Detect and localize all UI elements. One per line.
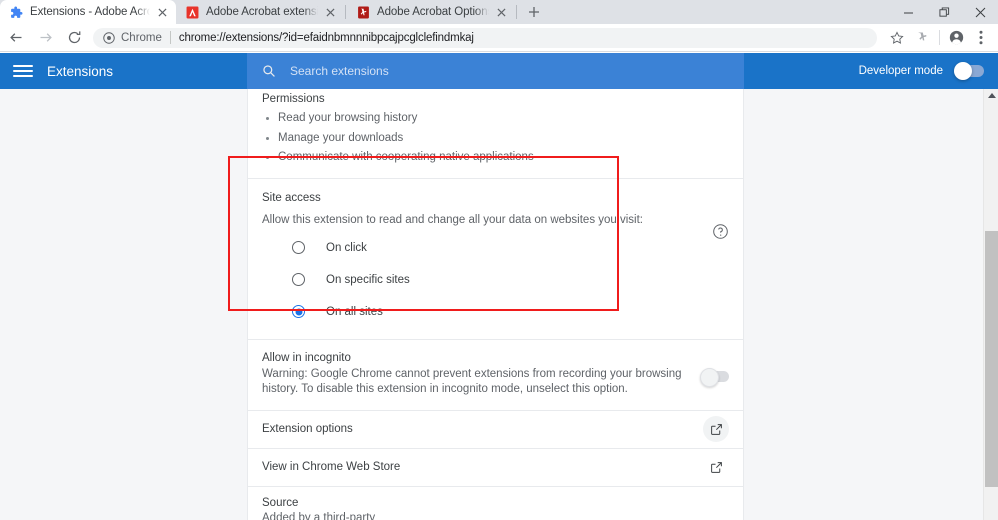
browser-tab-1[interactable]: Extensions - Adobe Acrobat bbox=[0, 0, 176, 24]
radio-label: On all sites bbox=[326, 305, 383, 318]
developer-mode-toggle[interactable] bbox=[954, 62, 984, 80]
chrome-globe-icon bbox=[102, 31, 115, 44]
permissions-title: Permissions bbox=[262, 93, 325, 105]
forward-icon bbox=[32, 25, 58, 51]
omnibox-chip-label: Chrome bbox=[121, 31, 162, 44]
account-icon[interactable] bbox=[944, 26, 968, 50]
address-bar[interactable]: Chrome chrome://extensions/?id=efaidnbmn… bbox=[93, 27, 877, 48]
extensions-detail-page: Permissions Read your browsing history M… bbox=[0, 89, 998, 520]
extensions-header: Extensions Search extensions Developer m… bbox=[0, 53, 998, 89]
radio-icon[interactable] bbox=[292, 273, 305, 286]
radio-option-on-all-sites[interactable]: On all sites bbox=[262, 301, 729, 323]
tab-title: Adobe Acrobat extension for Go bbox=[206, 6, 318, 18]
omnibox-url-text: chrome://extensions/?id=efaidnbmnnnibpca… bbox=[178, 31, 474, 44]
browser-tab-3[interactable]: Adobe Acrobat Options bbox=[347, 0, 515, 24]
close-icon[interactable] bbox=[962, 0, 998, 24]
maximize-icon[interactable] bbox=[926, 0, 962, 24]
list-item: Manage your downloads bbox=[262, 131, 729, 146]
incognito-warning: Warning: Google Chrome cannot prevent ex… bbox=[262, 367, 682, 395]
scroll-up-icon[interactable] bbox=[984, 89, 998, 103]
search-input[interactable]: Search extensions bbox=[290, 64, 389, 78]
radio-icon-selected[interactable] bbox=[292, 305, 305, 318]
window-controls bbox=[890, 0, 998, 24]
allow-in-incognito-section: Allow in incognito Warning: Google Chrom… bbox=[248, 340, 743, 411]
hamburger-menu-icon[interactable] bbox=[13, 65, 33, 77]
site-access-description: Allow this extension to read and change … bbox=[262, 213, 643, 226]
puzzle-piece-icon bbox=[9, 5, 23, 19]
radio-label: On specific sites bbox=[326, 273, 410, 286]
list-item: Communicate with cooperating native appl… bbox=[262, 150, 729, 165]
reload-icon[interactable] bbox=[61, 25, 87, 51]
site-access-section: Site access Allow this extension to read… bbox=[248, 179, 743, 340]
three-dot-menu-icon[interactable] bbox=[969, 26, 993, 50]
incognito-text: Allow in incognito Warning: Google Chrom… bbox=[262, 352, 702, 397]
radio-label: On click bbox=[326, 241, 367, 254]
close-icon[interactable] bbox=[154, 4, 170, 20]
source-title: Source bbox=[262, 496, 299, 509]
tab-separator bbox=[516, 5, 517, 19]
view-in-chrome-web-store-row[interactable]: View in Chrome Web Store bbox=[248, 449, 743, 487]
omnibox-divider bbox=[169, 31, 171, 44]
minimize-icon[interactable] bbox=[890, 0, 926, 24]
search-icon bbox=[261, 64, 276, 79]
extension-options-row[interactable]: Extension options bbox=[248, 411, 743, 449]
tab-title: Adobe Acrobat Options bbox=[377, 6, 489, 18]
adobe-acrobat-icon bbox=[185, 5, 199, 19]
tab-strip: Extensions - Adobe Acrobat Adobe Acrobat… bbox=[0, 0, 998, 24]
scrollbar-thumb[interactable] bbox=[985, 231, 998, 487]
new-tab-button[interactable] bbox=[521, 0, 547, 24]
extension-options-label: Extension options bbox=[262, 423, 353, 435]
page-title: Extensions bbox=[47, 63, 114, 79]
open-in-new-icon[interactable] bbox=[703, 454, 729, 480]
help-circle-icon[interactable] bbox=[712, 223, 729, 240]
radio-option-on-click[interactable]: On click bbox=[262, 237, 729, 259]
developer-mode-control[interactable]: Developer mode bbox=[859, 53, 984, 89]
browser-toolbar: Chrome chrome://extensions/?id=efaidnbmn… bbox=[0, 24, 998, 52]
developer-mode-label: Developer mode bbox=[858, 65, 943, 77]
permissions-section: Permissions Read your browsing history M… bbox=[248, 89, 743, 179]
web-store-label: View in Chrome Web Store bbox=[262, 461, 401, 473]
back-icon[interactable] bbox=[3, 25, 29, 51]
radio-option-on-specific-sites[interactable]: On specific sites bbox=[262, 269, 729, 291]
star-icon[interactable] bbox=[885, 26, 909, 50]
browser-tab-2[interactable]: Adobe Acrobat extension for Go bbox=[176, 0, 344, 24]
list-item: Read your browsing history bbox=[262, 111, 729, 126]
tab-title: Extensions - Adobe Acrobat bbox=[30, 6, 150, 18]
site-access-title: Site access bbox=[262, 191, 321, 204]
tab-separator bbox=[345, 5, 346, 19]
adobe-pdf-icon bbox=[356, 5, 370, 19]
close-icon[interactable] bbox=[322, 4, 338, 20]
search-extensions-box[interactable]: Search extensions bbox=[247, 53, 744, 89]
incognito-toggle[interactable] bbox=[700, 367, 729, 387]
permissions-list: Read your browsing history Manage your d… bbox=[262, 111, 729, 178]
extension-detail-card: Permissions Read your browsing history M… bbox=[247, 89, 744, 520]
toolbar-divider bbox=[939, 30, 940, 45]
close-icon[interactable] bbox=[493, 4, 509, 20]
radio-icon[interactable] bbox=[292, 241, 305, 254]
open-in-new-icon[interactable] bbox=[703, 416, 729, 442]
source-value: Added by a third-party bbox=[262, 511, 376, 520]
incognito-title: Allow in incognito bbox=[262, 351, 351, 364]
adobe-pdf-extension-icon[interactable] bbox=[910, 26, 934, 50]
site-access-radio-group: On click On specific sites On all sites bbox=[262, 237, 729, 323]
source-section: Source Added by a third-party bbox=[248, 487, 743, 520]
page-scrollbar[interactable] bbox=[983, 89, 998, 520]
